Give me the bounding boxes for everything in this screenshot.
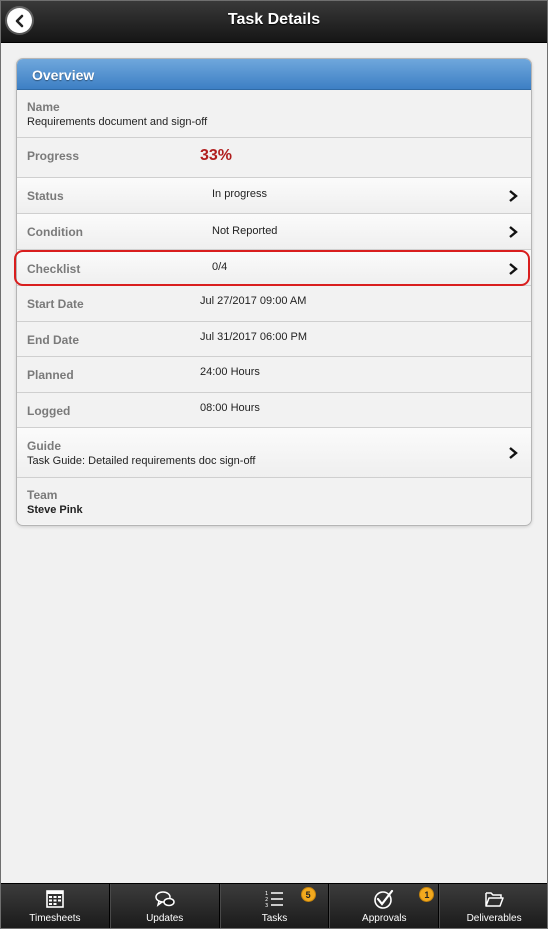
- condition-row[interactable]: Condition Not Reported: [17, 214, 531, 250]
- start-date-value: Jul 27/2017 09:00 AM: [200, 295, 307, 307]
- end-date-label: End Date: [27, 333, 80, 347]
- start-date-label: Start Date: [27, 297, 84, 311]
- planned-value: 24:00 Hours: [200, 366, 260, 378]
- name-label: Name: [27, 100, 60, 114]
- progress-value: 33%: [200, 147, 233, 164]
- team-label: Team: [27, 488, 58, 502]
- guide-label: Guide: [27, 439, 62, 453]
- planned-row: Planned 24:00 Hours: [17, 357, 531, 393]
- nav-tasks-label: Tasks: [261, 913, 288, 924]
- guide-value: Task Guide: Detailed requirements doc si…: [27, 455, 256, 467]
- progress-row: Progress 33%: [17, 138, 531, 178]
- planned-label: Planned: [27, 368, 74, 382]
- chevron-right-icon: [509, 190, 518, 202]
- nav-updates-label: Updates: [146, 913, 184, 924]
- overview-header: Overview: [17, 59, 531, 90]
- nav-updates[interactable]: Updates: [109, 884, 220, 929]
- chevron-right-icon: [509, 447, 518, 459]
- progress-label: Progress: [27, 149, 80, 163]
- checklist-value: 0/4: [212, 261, 228, 273]
- checklist-row[interactable]: Checklist 0/4: [17, 250, 531, 286]
- end-date-value: Jul 31/2017 06:00 PM: [200, 331, 308, 343]
- nav-approvals[interactable]: 1 Approvals: [329, 884, 440, 929]
- chat-bubbles-icon: [154, 891, 175, 907]
- nav-deliverables[interactable]: Deliverables: [439, 884, 548, 929]
- status-value: In progress: [212, 188, 268, 200]
- check-circle-icon: [374, 889, 394, 909]
- logged-label: Logged: [27, 404, 71, 418]
- condition-label: Condition: [27, 225, 83, 239]
- chevron-right-icon: [509, 226, 518, 238]
- logged-row: Logged 08:00 Hours: [17, 393, 531, 428]
- bottom-nav: Timesheets Updates 123 5 Tasks 1 Approva…: [0, 883, 548, 929]
- name-value: Requirements document and sign-off: [27, 116, 208, 128]
- guide-row[interactable]: Guide Task Guide: Detailed requirements …: [17, 428, 531, 478]
- header-bar: Task Details: [0, 0, 548, 43]
- folder-icon: [485, 892, 504, 907]
- end-date-row: End Date Jul 31/2017 06:00 PM: [17, 322, 531, 357]
- start-date-row: Start Date Jul 27/2017 09:00 AM: [17, 286, 531, 322]
- name-row: Name Requirements document and sign-off: [17, 90, 531, 138]
- nav-deliverables-label: Deliverables: [466, 913, 522, 924]
- team-row: Team Steve Pink: [17, 478, 531, 524]
- calendar-icon: [46, 890, 64, 908]
- svg-text:3: 3: [265, 903, 268, 909]
- overview-card: Overview Name Requirements document and …: [16, 58, 532, 526]
- logged-value: 08:00 Hours: [200, 402, 260, 414]
- team-value: Steve Pink: [27, 504, 83, 516]
- nav-timesheets[interactable]: Timesheets: [0, 884, 110, 929]
- checklist-label: Checklist: [27, 262, 81, 276]
- tasks-badge: 5: [300, 887, 316, 902]
- nav-approvals-label: Approvals: [362, 913, 407, 924]
- approvals-badge: 1: [419, 887, 435, 902]
- nav-tasks[interactable]: 123 5 Tasks: [219, 884, 330, 929]
- condition-value: Not Reported: [212, 225, 278, 237]
- status-row[interactable]: Status In progress: [17, 178, 531, 214]
- list-icon: 123: [265, 891, 284, 909]
- status-label: Status: [27, 189, 64, 203]
- page-title: Task Details: [227, 11, 321, 28]
- nav-timesheets-label: Timesheets: [29, 913, 81, 924]
- chevron-right-icon: [509, 263, 518, 275]
